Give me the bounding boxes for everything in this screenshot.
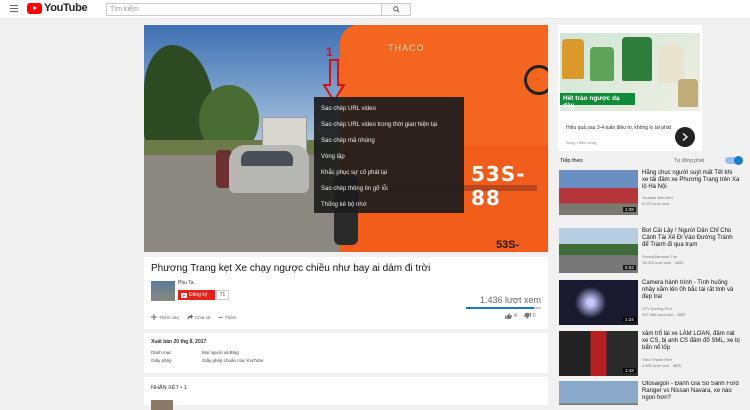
recommended-video[interactable]: 1:24 Camera hành trình - Tình huống nhảy… [558, 280, 748, 330]
more-label: Thêm [225, 314, 237, 320]
search-icon [392, 6, 400, 13]
comments-card [144, 377, 548, 405]
youtube-logo-icon[interactable] [27, 3, 42, 14]
like-dislike: 4 0 [505, 313, 536, 319]
youtube-play-icon [181, 292, 187, 298]
new-badge: MỚI [671, 363, 683, 368]
duration-badge: 1:43 [623, 368, 636, 373]
meta-license-label: Giấy phép [151, 358, 172, 363]
share-label: Chia sẻ [195, 314, 211, 320]
rec-title[interactable]: Hãng chục người suýt mất Tết khi xe tải … [642, 170, 740, 191]
duration-badge: 1:39 [623, 207, 636, 212]
ad-banner: Hết trào ngược dạ dày [560, 93, 635, 109]
channel-name[interactable]: Phu Ta [178, 280, 193, 286]
duration-badge: 5:52 [623, 265, 636, 270]
meta-category-label: Danh mục [151, 350, 172, 355]
recommended-video[interactable]: 1:39 Hãng chục người suýt mất Tết khi xe… [558, 170, 748, 220]
share-icon [187, 314, 194, 320]
bus-brand-text: THACO [388, 43, 425, 53]
ctx-memory-stats[interactable]: Thống kê bộ nhớ [314, 198, 464, 214]
channel-avatar[interactable] [151, 281, 175, 301]
plus-icon [151, 314, 157, 320]
context-menu: Sao chép URL video Sao chép URL video tr… [314, 97, 464, 213]
ctx-troubleshoot[interactable]: Khắc phục sự cố phát lại [314, 166, 464, 182]
search-button[interactable] [381, 3, 411, 16]
rec-channel[interactable]: Youtube Bản Mới [642, 195, 673, 200]
rec-channel[interactable]: VTV Đường Phố [642, 306, 672, 311]
bus-plate-lower-text: 53S- [496, 239, 520, 251]
recommended-video[interactable]: 1:43 xâm trổ lái xe LÀM LOAN, đâm nát xe… [558, 331, 748, 381]
ad-source: Sống • Bền vững [566, 140, 597, 145]
comments-header: NHẬN XÉT • 1 [151, 385, 187, 391]
rec-channel[interactable]: SunnyDiamond The [642, 254, 677, 259]
rec-channel[interactable]: Triều Thành Heh [642, 357, 672, 362]
dislike-button[interactable]: 0 [523, 313, 536, 319]
publish-date: Xuất bản 20 thg 8, 2017 [151, 339, 207, 345]
video-actions: Thêm vào Chia sẻ ••• Thêm [151, 313, 237, 321]
autoplay-label: Tự động phát [674, 158, 705, 164]
share-button[interactable]: Chia sẻ [187, 314, 210, 320]
rec-title[interactable]: Otosaigon - Đánh Giá So Sánh Ford Ranger… [642, 381, 740, 402]
comment-avatar[interactable] [151, 400, 173, 410]
rec-views: 4.832 lượt xem MỚI [642, 363, 683, 368]
bus-plate-text: 53S-88 [471, 162, 526, 210]
meta-category-value[interactable]: Mọi người và Blog [202, 350, 239, 355]
like-ratio-fill [466, 307, 534, 309]
ctx-copy-debug[interactable]: Sao chép thông tin gỡ lỗi [314, 182, 464, 198]
rec-views: 297.086 lượt xem MỚI [642, 312, 688, 317]
new-badge: MỚI [675, 312, 688, 317]
thumbs-down-icon [523, 313, 531, 319]
video-title: Phương Trang kẹt Xe chạy ngược chiều như… [151, 263, 431, 274]
bus-logo-icon [524, 65, 548, 95]
like-count: 4 [514, 313, 517, 319]
add-to-button[interactable]: Thêm vào [151, 314, 179, 320]
dislike-count: 0 [532, 313, 536, 319]
rec-views: 15.913 lượt xem MỚI [642, 260, 685, 265]
video-player[interactable]: THACO 53S-88 53S- 1 Sao chép URL video S… [144, 25, 548, 252]
rec-title[interactable]: Camera hành trình - Tình huống nhảy xăm … [642, 280, 740, 301]
rec-view-count: 297.086 lượt xem [642, 312, 674, 317]
more-button[interactable]: ••• Thêm [218, 315, 236, 320]
up-next-label: Tiếp theo [560, 158, 583, 164]
like-button[interactable]: 4 [505, 313, 517, 319]
subscriber-count: 71 [216, 290, 229, 300]
ad-next-button[interactable] [675, 127, 695, 147]
rec-title[interactable]: Bơi Cái Lậy ! Người Dân Chỉ Cho Cảnh Tài… [642, 228, 740, 249]
rec-view-count: 15.913 lượt xem [642, 260, 672, 265]
rec-title[interactable]: xâm trổ lái xe LÀM LOAN, đâm nát xe CS, … [642, 331, 740, 352]
ad-text: Hiệu quả sau 3-4 tuần điều trị, không lo… [566, 125, 672, 131]
logo-region-code: VN [75, 2, 81, 7]
recommended-video[interactable]: Otosaigon - Đánh Giá So Sánh Ford Ranger… [558, 381, 748, 405]
subscribe-label: Đăng ký [189, 292, 208, 298]
add-to-label: Thêm vào [159, 314, 180, 320]
ctx-copy-url[interactable]: Sao chép URL video [314, 102, 464, 118]
thumbs-up-icon [505, 313, 512, 319]
video-thumbnail[interactable] [559, 381, 638, 405]
video-frame-car-window [241, 151, 293, 166]
ctx-loop[interactable]: Vòng lặp [314, 150, 464, 166]
ctx-copy-embed[interactable]: Sao chép mã nhúng [314, 134, 464, 150]
subscribe-button[interactable]: Đăng ký [178, 290, 215, 300]
rec-view-count: 6.574 lượt xem [642, 201, 670, 206]
duration-badge: 1:24 [623, 317, 636, 322]
annotation-number: 1 [326, 45, 333, 59]
rec-views: 6.574 lượt xem [642, 201, 669, 206]
view-count: 1.436 lượt xem [480, 295, 541, 305]
new-badge: MỚI [673, 260, 685, 265]
chevron-right-icon [682, 133, 688, 141]
search-input[interactable]: Tìm kiếm [106, 3, 382, 16]
menu-icon[interactable] [10, 5, 18, 12]
ctx-copy-url-at-time[interactable]: Sao chép URL video trong thời gian hiện … [314, 118, 464, 134]
rec-view-count: 4.832 lượt xem [642, 363, 670, 368]
more-dots-icon: ••• [218, 314, 224, 320]
recommended-video[interactable]: 5:52 Bơi Cái Lậy ! Người Dân Chỉ Cho Cản… [558, 228, 748, 278]
autoplay-toggle-knob[interactable] [734, 156, 743, 165]
meta-license-value: Giấy phép chuẩn của YouTube [202, 358, 264, 363]
